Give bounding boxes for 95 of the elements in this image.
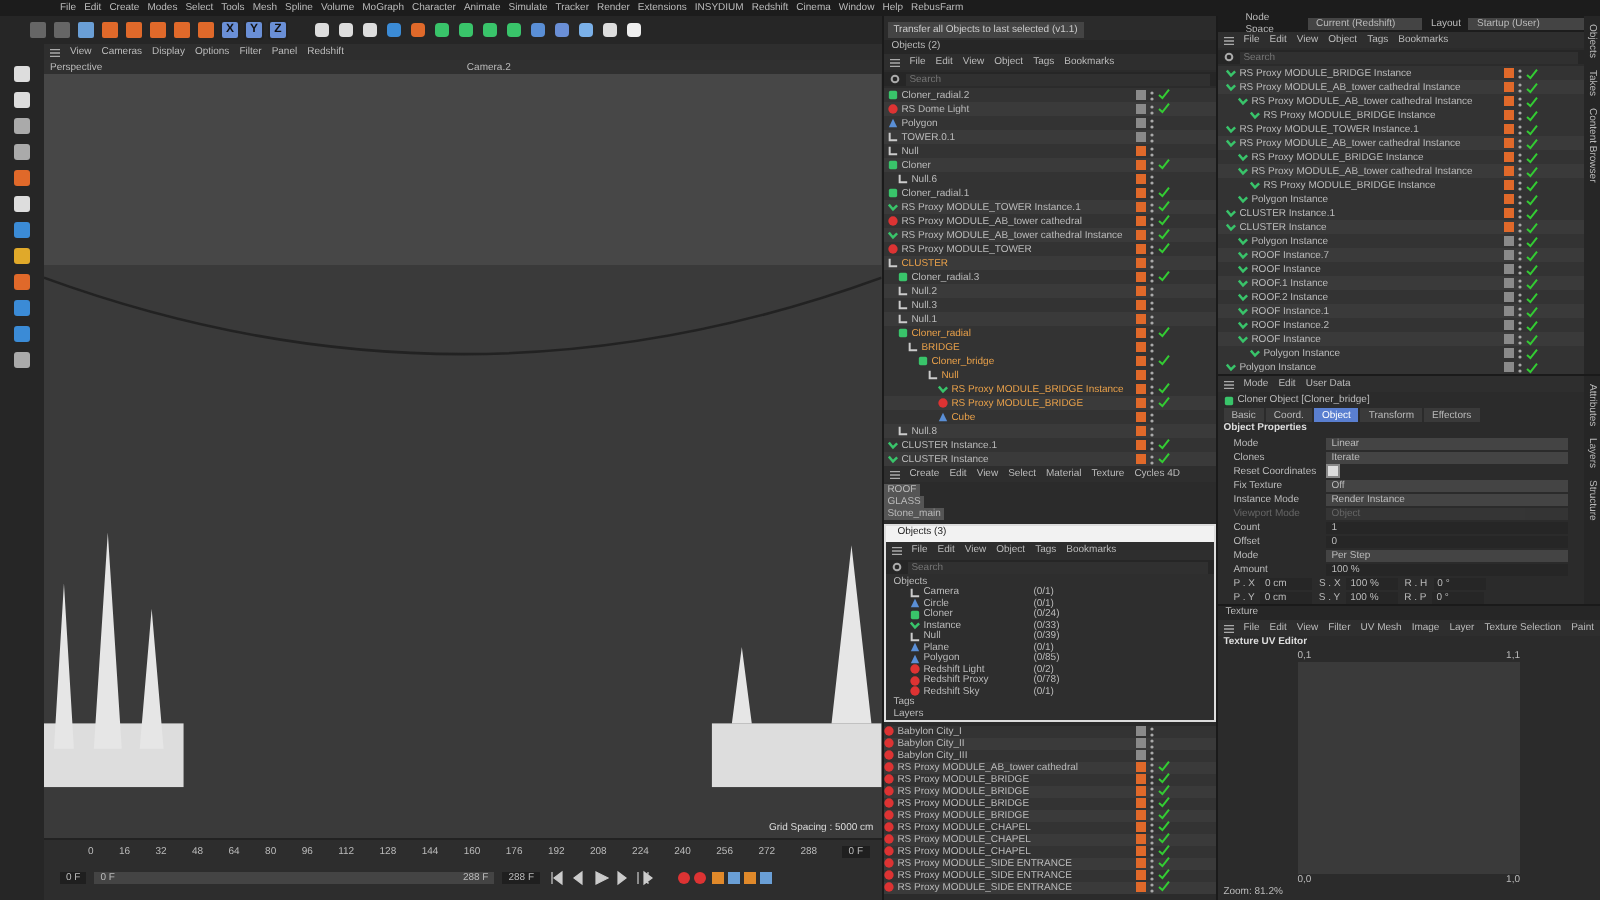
menu-icon[interactable] — [1223, 379, 1234, 389]
layer-swatch[interactable] — [1504, 138, 1514, 148]
menu-icon[interactable] — [889, 469, 900, 479]
checkbox[interactable] — [1325, 464, 1340, 478]
redshift-icon — [937, 398, 948, 408]
layer-swatch[interactable] — [1135, 738, 1146, 748]
layer-swatch[interactable] — [1504, 362, 1514, 372]
layer-swatch[interactable] — [1135, 286, 1146, 296]
layer-swatch[interactable] — [1135, 870, 1146, 880]
redshift-icon — [887, 104, 898, 114]
layer-swatch[interactable] — [1135, 216, 1146, 226]
layer-swatch[interactable] — [1135, 300, 1146, 310]
menu-icon[interactable] — [889, 57, 900, 67]
layer-swatch[interactable] — [1135, 454, 1146, 464]
layer-swatch[interactable] — [1504, 334, 1514, 344]
instance-icon — [1225, 362, 1236, 372]
triangle-icon — [909, 598, 920, 609]
layer-swatch[interactable] — [1135, 174, 1146, 184]
layer-swatch[interactable] — [1504, 194, 1514, 204]
triangle-icon — [937, 412, 948, 422]
layer-swatch[interactable] — [1135, 258, 1146, 268]
layer-swatch[interactable] — [1504, 264, 1514, 274]
layer-swatch[interactable] — [1504, 152, 1514, 162]
menu-icon[interactable] — [1223, 35, 1234, 45]
layer-swatch[interactable] — [1135, 118, 1146, 128]
instance-icon — [909, 620, 920, 631]
layer-swatch[interactable] — [1504, 348, 1514, 358]
layer-swatch[interactable] — [1135, 202, 1146, 212]
layer-swatch[interactable] — [1135, 412, 1146, 422]
instance-icon — [887, 202, 898, 212]
menu-icon[interactable] — [50, 47, 60, 57]
layer-swatch[interactable] — [1504, 306, 1514, 316]
triangle-icon — [887, 118, 898, 128]
layer-swatch[interactable] — [1135, 188, 1146, 198]
menu-icon[interactable] — [891, 545, 902, 555]
layer-swatch[interactable] — [1135, 272, 1146, 282]
layer-swatch[interactable] — [1504, 236, 1514, 246]
axis-icon — [887, 258, 898, 268]
layer-swatch[interactable] — [1504, 96, 1514, 106]
layer-swatch[interactable] — [1135, 440, 1146, 450]
instance-icon — [887, 230, 898, 240]
layer-swatch[interactable] — [1135, 328, 1146, 338]
layer-swatch[interactable] — [1135, 774, 1146, 784]
axis-icon — [927, 370, 938, 380]
menu-icon[interactable] — [1223, 623, 1234, 633]
layer-swatch[interactable] — [1135, 160, 1146, 170]
axis-icon — [907, 342, 918, 352]
instance-icon — [937, 384, 948, 394]
layer-swatch[interactable] — [1135, 426, 1146, 436]
redshift-icon — [887, 244, 898, 254]
layer-swatch[interactable] — [1135, 810, 1146, 820]
layer-swatch[interactable] — [1135, 834, 1146, 844]
layer-swatch[interactable] — [1135, 882, 1146, 892]
layer-swatch[interactable] — [1135, 146, 1146, 156]
layer-swatch[interactable] — [1135, 798, 1146, 808]
axis-icon — [909, 587, 920, 598]
layer-swatch[interactable] — [1135, 858, 1146, 868]
layer-swatch[interactable] — [1504, 250, 1514, 260]
layer-swatch[interactable] — [1135, 726, 1146, 736]
layer-swatch[interactable] — [1135, 244, 1146, 254]
layer-swatch[interactable] — [1504, 320, 1514, 330]
layer-swatch[interactable] — [1504, 278, 1514, 288]
check-icon[interactable] — [1157, 157, 1170, 169]
layer-swatch[interactable] — [1135, 104, 1146, 114]
layer-swatch[interactable] — [1504, 180, 1514, 190]
layer-swatch[interactable] — [1135, 846, 1146, 856]
keyframe-tools-icon[interactable] — [676, 870, 777, 886]
layer-swatch[interactable] — [1135, 314, 1146, 324]
axis-icon — [909, 631, 920, 642]
layer-swatch[interactable] — [1135, 384, 1146, 394]
redshift-icon — [887, 216, 898, 226]
layer-swatch[interactable] — [1504, 68, 1514, 78]
layer-swatch[interactable] — [1135, 132, 1146, 142]
check-icon[interactable] — [1157, 325, 1170, 337]
layer-swatch[interactable] — [1135, 762, 1146, 772]
layer-swatch[interactable] — [1135, 370, 1146, 380]
layer-swatch[interactable] — [1504, 124, 1514, 134]
layer-swatch[interactable] — [1135, 230, 1146, 240]
layer-swatch[interactable] — [1504, 82, 1514, 92]
layer-swatch[interactable] — [1135, 398, 1146, 408]
axis-icon — [897, 426, 908, 436]
layer-swatch[interactable] — [1135, 90, 1146, 100]
layer-swatch[interactable] — [1135, 342, 1146, 352]
layer-swatch[interactable] — [1504, 208, 1514, 218]
check-icon[interactable] — [1157, 353, 1170, 365]
layer-swatch[interactable] — [1135, 786, 1146, 796]
layer-swatch[interactable] — [1504, 166, 1514, 176]
layer-swatch[interactable] — [1135, 822, 1146, 832]
layer-swatch[interactable] — [1504, 222, 1514, 232]
layer-swatch[interactable] — [1504, 110, 1514, 120]
layer-swatch[interactable] — [1504, 292, 1514, 302]
layer-swatch[interactable] — [1135, 750, 1146, 760]
check-icon[interactable] — [1157, 269, 1170, 281]
layer-swatch[interactable] — [1135, 356, 1146, 366]
axis-icon — [897, 174, 908, 184]
